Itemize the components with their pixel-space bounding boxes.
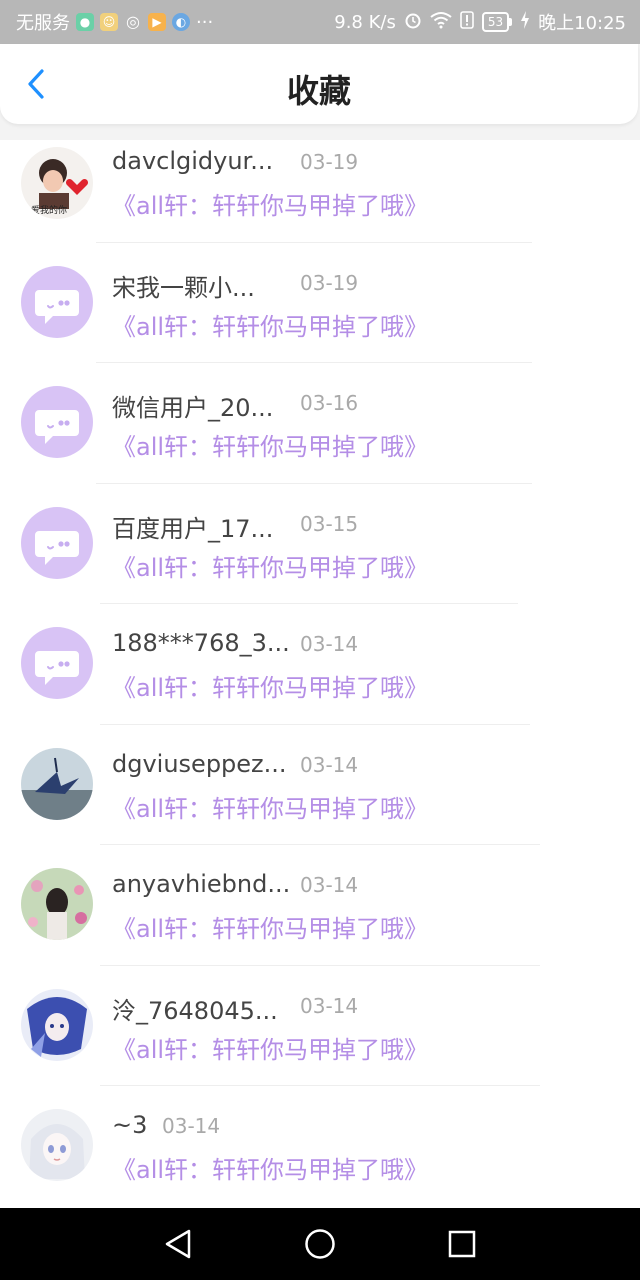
- favorite-list-item[interactable]: ~3 03-14 《all轩：轩轩你马甲掉了哦》: [0, 1104, 640, 1225]
- favorite-date: 03-14: [300, 873, 359, 897]
- username: dgviuseppez...: [112, 749, 287, 778]
- avatar[interactable]: [21, 386, 93, 458]
- triangle-back-icon: [165, 1229, 191, 1259]
- username: davclgidyur...: [112, 147, 274, 175]
- avatar[interactable]: [21, 1109, 93, 1181]
- favorite-list-item[interactable]: 泠_7648045... 03-14 《all轩：轩轩你马甲掉了哦》: [0, 984, 640, 1105]
- favorite-list-item[interactable]: dgviuseppez... 03-14 《all轩：轩轩你马甲掉了哦》: [0, 743, 640, 864]
- book-title-link[interactable]: 《all轩：轩轩你马甲掉了哦》: [112, 427, 428, 462]
- sim-alert-icon: [460, 10, 474, 34]
- nav-recents-button[interactable]: [442, 1224, 482, 1264]
- chat-bubble-icon: [35, 410, 79, 444]
- favorite-date: 03-14: [300, 752, 359, 777]
- list-divider: [100, 723, 530, 725]
- username: 泠_7648045...: [112, 996, 278, 1025]
- avatar[interactable]: [21, 868, 93, 940]
- system-nav-bar: [0, 1208, 640, 1280]
- list-divider: [96, 241, 532, 243]
- favorite-date: 03-19: [300, 150, 359, 174]
- status-bar: 无服务 ● ☺ ◎ ▶ ◐ ··· 9.8 K/s 53 晚上10:25: [0, 0, 640, 44]
- nav-back-button[interactable]: [158, 1224, 198, 1264]
- username: 微信用户_20...: [112, 394, 274, 422]
- list-divider: [100, 964, 540, 966]
- favorite-list-item[interactable]: anyavhiebnd... 03-14 《all轩：轩轩你马甲掉了哦》: [0, 863, 640, 984]
- book-title-link[interactable]: 《all轩：轩轩你马甲掉了哦》: [112, 548, 428, 583]
- avatar[interactable]: [21, 506, 93, 579]
- chat-bubble-icon: [35, 530, 79, 565]
- book-title-link[interactable]: 《all轩：轩轩你马甲掉了哦》: [112, 1150, 428, 1185]
- chat-bubble-icon: [35, 651, 79, 685]
- square-recents-icon: [448, 1230, 476, 1258]
- avatar-image: [21, 747, 93, 820]
- favorite-date: 03-19: [300, 270, 359, 295]
- header-card: 收藏: [0, 44, 638, 124]
- book-title-link[interactable]: 《all轩：轩轩你马甲掉了哦》: [112, 909, 428, 944]
- status-bar-left: 无服务 ● ☺ ◎ ▶ ◐ ···: [16, 0, 213, 44]
- avatar-image: [21, 988, 93, 1061]
- status-bar-right: 9.8 K/s 53 晚上10:25: [334, 0, 626, 44]
- avatar-image: [21, 1109, 93, 1181]
- alarm-icon: [404, 11, 422, 34]
- page-title: 收藏: [286, 72, 351, 110]
- chat-bubble-icon: [35, 289, 79, 324]
- username: anyavhiebnd...: [112, 870, 291, 898]
- more-notifications-icon: ···: [196, 11, 214, 33]
- app-notification-icon: ☺: [100, 13, 118, 31]
- svg-text:爱我的你: 爱我的你: [31, 204, 67, 216]
- app-root: 无服务 ● ☺ ◎ ▶ ◐ ··· 9.8 K/s 53 晚上10:25 收藏 …: [0, 0, 640, 1280]
- list-divider: [100, 1085, 540, 1086]
- book-title-link[interactable]: 《all轩：轩轩你马甲掉了哦》: [112, 186, 428, 221]
- book-title-link[interactable]: 《all轩：轩轩你马甲掉了哦》: [112, 668, 428, 703]
- avatar[interactable]: 爱我的你: [21, 147, 93, 219]
- list-divider: [100, 844, 540, 845]
- avatar[interactable]: [21, 747, 93, 820]
- favorite-list-item[interactable]: 宋我一颗小... 03-19 《all轩：轩轩你马甲掉了哦》: [0, 261, 640, 382]
- avatar[interactable]: [21, 265, 93, 338]
- nav-home-button[interactable]: [300, 1224, 340, 1264]
- book-title-link[interactable]: 《all轩：轩轩你马甲掉了哦》: [112, 1030, 428, 1065]
- video-app-icon: ▶: [148, 13, 166, 31]
- wechat-icon: ◎: [126, 12, 140, 31]
- avatar-image: 爱我的你: [21, 147, 93, 219]
- favorites-list: 爱我的你 davclgidyur... 03-19 《all轩：轩轩你马甲掉了哦》 宋我…: [0, 140, 640, 1225]
- list-divider: [96, 362, 532, 363]
- list-divider: [100, 603, 518, 604]
- username: ~3: [112, 1111, 148, 1139]
- username: 188***768_3...: [112, 629, 290, 657]
- favorite-date: 03-16: [300, 391, 359, 415]
- username: 宋我一颗小...: [112, 273, 255, 302]
- favorite-date: 03-14: [300, 993, 359, 1018]
- username: 百度用户_17...: [112, 514, 274, 543]
- wifi-icon: [430, 11, 452, 34]
- battery-level: 53: [481, 12, 510, 32]
- battery-tip: [509, 18, 513, 26]
- favorite-date: 03-14: [300, 632, 359, 656]
- clock-time: 晚上10:25: [538, 13, 626, 34]
- favorite-list-item[interactable]: 爱我的你 davclgidyur... 03-19 《all轩：轩轩你马甲掉了哦》: [0, 140, 640, 261]
- avatar-image: [21, 868, 93, 940]
- book-title-link[interactable]: 《all轩：轩轩你马甲掉了哦》: [112, 307, 428, 342]
- battery-indicator: 53: [481, 12, 513, 32]
- book-title-link[interactable]: 《all轩：轩轩你马甲掉了哦》: [112, 789, 428, 824]
- favorite-list-item[interactable]: 微信用户_20... 03-16 《all轩：轩轩你马甲掉了哦》: [0, 381, 640, 502]
- charging-icon: [520, 10, 530, 34]
- favorite-list-item[interactable]: 百度用户_17... 03-15 《all轩：轩轩你马甲掉了哦》: [0, 502, 640, 623]
- favorite-date: 03-15: [300, 511, 359, 536]
- network-speed: 9.8 K/s: [334, 11, 396, 33]
- app-notification-icon: ●: [76, 13, 94, 31]
- browser-icon: ◐: [172, 13, 190, 31]
- avatar[interactable]: [21, 627, 93, 699]
- circle-home-icon: [305, 1229, 335, 1259]
- favorite-date: 03-14: [162, 1114, 221, 1138]
- carrier-text: 无服务: [16, 13, 70, 34]
- favorite-list-item[interactable]: 188***768_3... 03-14 《all轩：轩轩你马甲掉了哦》: [0, 622, 640, 743]
- list-divider: [96, 482, 532, 484]
- header: 收藏: [0, 44, 640, 140]
- avatar[interactable]: [21, 988, 93, 1061]
